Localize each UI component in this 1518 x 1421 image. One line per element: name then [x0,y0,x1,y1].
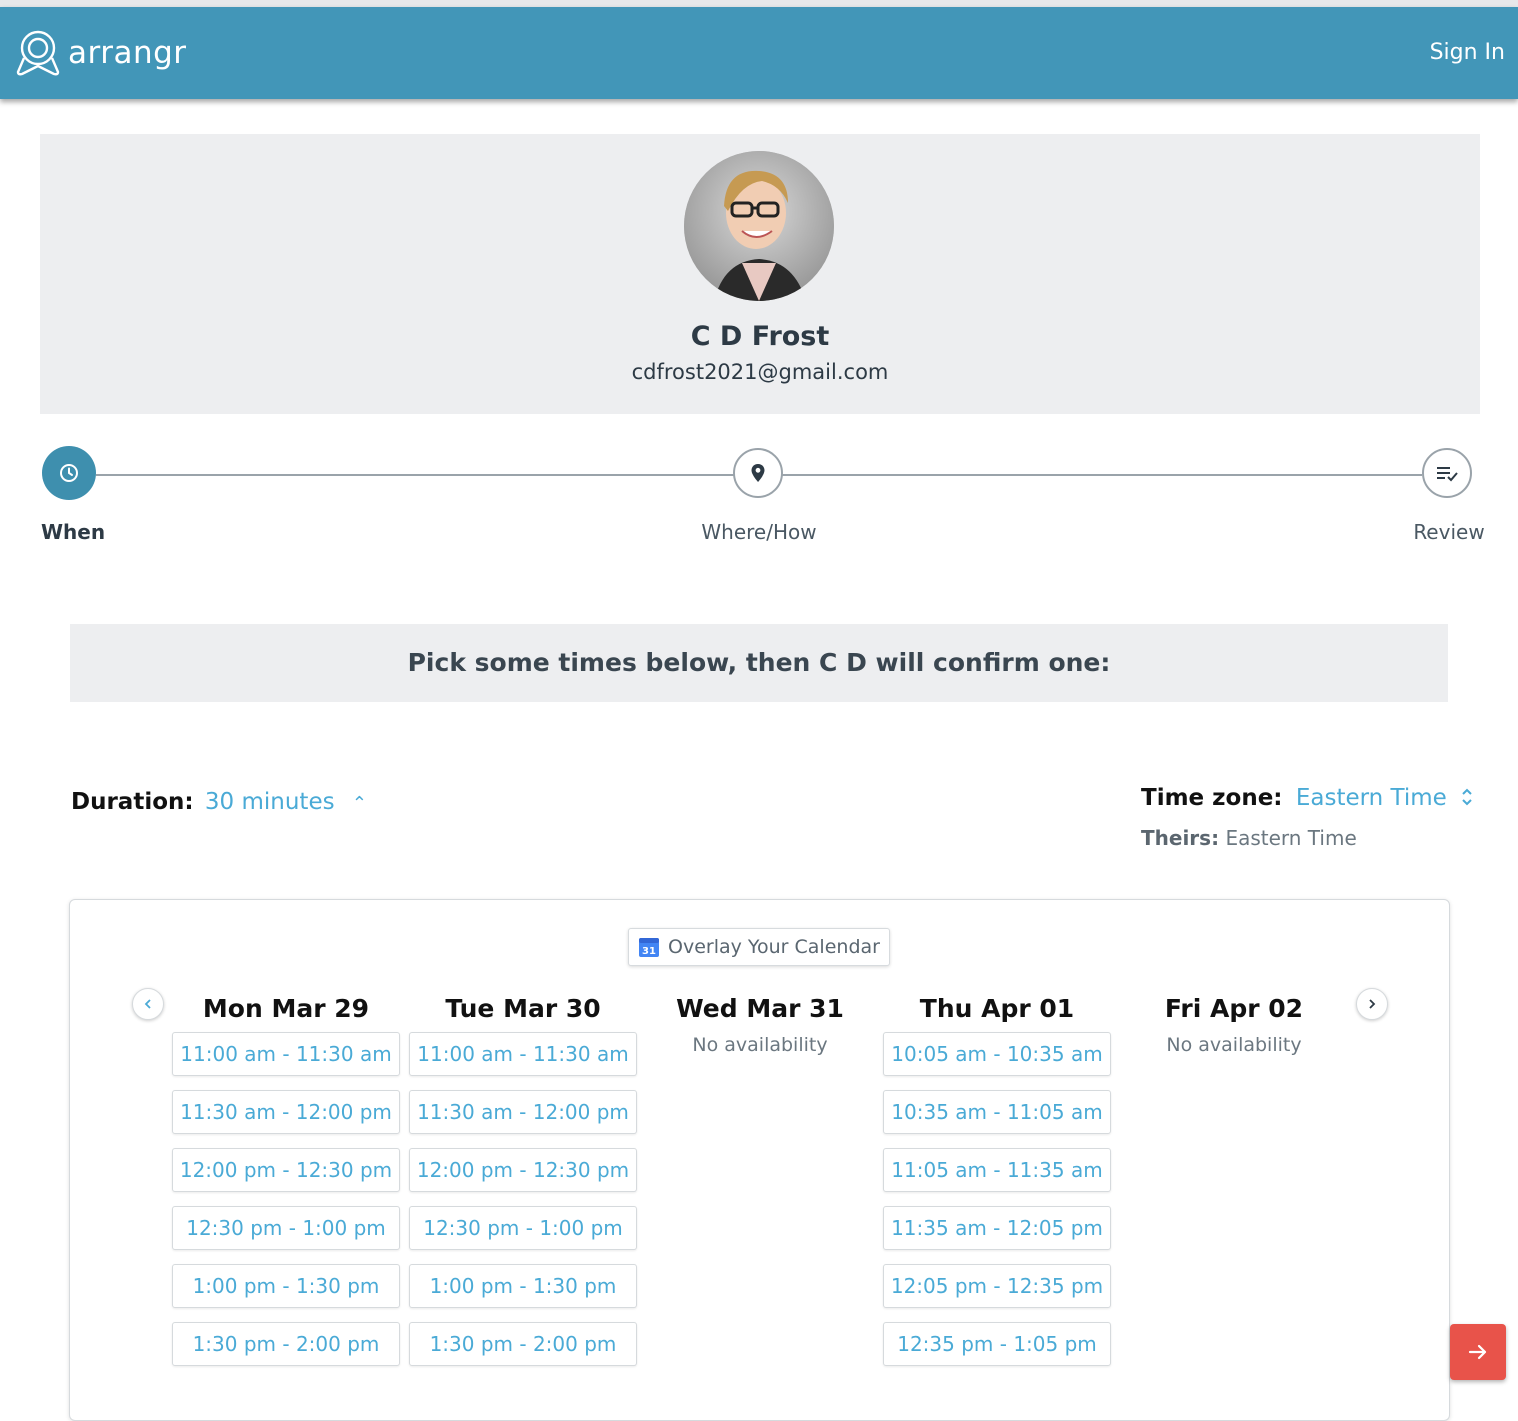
chevron-left-icon [144,999,151,1009]
duration-label: Duration: [71,789,194,815]
availability-calendar: 31 Overlay Your Calendar Mon Mar 29 11:0… [69,899,1450,1421]
day-title: Fri Apr 02 [1164,994,1304,1023]
day-title: Mon Mar 29 [202,994,370,1023]
day-column-tue: Tue Mar 30 11:00 am - 11:30 am 11:30 am … [409,992,637,1380]
clock-icon [60,464,78,482]
previous-days-button[interactable] [132,988,164,1020]
host-email: cdfrost2021@gmail.com [631,360,889,384]
svg-text:31: 31 [642,946,656,957]
step-where-how[interactable] [733,448,783,498]
arrow-right-icon [1468,1344,1487,1360]
host-name: C D Frost [690,321,830,352]
time-slot[interactable]: 10:05 am - 10:35 am [883,1032,1111,1076]
time-slot[interactable]: 11:00 am - 11:30 am [409,1032,637,1076]
no-availability-text: No availability [1166,1034,1302,1056]
time-slot[interactable]: 11:05 am - 11:35 am [883,1148,1111,1192]
google-calendar-icon: 31 [639,938,660,957]
brand-name: arrangr [68,35,187,71]
checklist-icon [1437,467,1458,482]
timezone-value[interactable]: Eastern Time [1296,785,1447,811]
time-slot[interactable]: 12:30 pm - 1:00 pm [172,1206,400,1250]
time-slot[interactable]: 11:30 am - 12:00 pm [409,1090,637,1134]
location-pin-icon [751,464,765,482]
day-column-wed: Wed Mar 31 No availability [646,992,874,1056]
time-slot[interactable]: 12:35 pm - 1:05 pm [883,1322,1111,1366]
time-slot[interactable]: 10:35 am - 11:05 am [883,1090,1111,1134]
updown-chevron-icon[interactable] [1460,786,1474,808]
day-column-fri: Fri Apr 02 No availability [1120,992,1348,1056]
sign-in-link[interactable]: Sign In [1430,40,1505,65]
timezone-selector[interactable]: Time zone: Eastern Time [1141,785,1474,811]
time-slot[interactable]: 12:05 pm - 12:35 pm [883,1264,1111,1308]
timezone-label: Time zone: [1141,785,1283,811]
step-label-where-how: Where/How [701,520,817,544]
day-title: Tue Mar 30 [445,994,601,1023]
their-timezone-value: Eastern Time [1225,826,1357,850]
overlay-calendar-label: Overlay Your Calendar [668,936,880,958]
their-timezone-label: Theirs: [1141,826,1220,850]
time-slot[interactable]: 12:00 pm - 12:30 pm [172,1148,400,1192]
time-slot[interactable]: 11:35 am - 12:05 pm [883,1206,1111,1250]
instruction-banner: Pick some times below, then C D will con… [70,624,1448,702]
next-days-button[interactable] [1356,988,1388,1020]
avatar-photo [684,151,834,301]
avatar [684,151,834,301]
time-slot[interactable]: 1:30 pm - 2:00 pm [409,1322,637,1366]
overlay-calendar-button[interactable]: 31 Overlay Your Calendar [628,928,890,966]
arrangr-logo-icon [16,30,60,76]
window-top-strip [0,0,1518,7]
day-column-mon: Mon Mar 29 11:00 am - 11:30 am 11:30 am … [172,992,400,1380]
time-slot[interactable]: 12:00 pm - 12:30 pm [409,1148,637,1192]
time-slot[interactable]: 1:30 pm - 2:00 pm [172,1322,400,1366]
their-timezone: Theirs: Eastern Time [1141,826,1357,850]
top-navbar: arrangr Sign In [0,7,1518,99]
time-slot[interactable]: 11:30 am - 12:00 pm [172,1090,400,1134]
chevron-right-icon [1369,999,1376,1009]
step-label-when: When [41,520,106,544]
step-label-review: Review [1413,520,1485,544]
no-availability-text: No availability [692,1034,828,1056]
day-title: Thu Apr 01 [919,994,1075,1023]
time-slot[interactable]: 1:00 pm - 1:30 pm [409,1264,637,1308]
updown-chevron-icon[interactable]: ⌃ [352,793,367,814]
duration-selector[interactable]: Duration: 30 minutes ⌃ [71,789,367,815]
time-slot[interactable]: 11:00 am - 11:30 am [172,1032,400,1076]
duration-value[interactable]: 30 minutes [205,789,335,815]
day-title: Wed Mar 31 [676,994,844,1023]
time-slot[interactable]: 1:00 pm - 1:30 pm [172,1264,400,1308]
profile-card: C D Frost cdfrost2021@gmail.com [40,134,1480,414]
time-slot[interactable]: 12:30 pm - 1:00 pm [409,1206,637,1250]
step-review[interactable] [1422,448,1472,498]
day-column-thu: Thu Apr 01 10:05 am - 10:35 am 10:35 am … [883,992,1111,1380]
brand-logo[interactable]: arrangr [14,28,187,78]
next-step-button[interactable] [1450,1324,1506,1380]
step-when[interactable] [42,446,96,500]
